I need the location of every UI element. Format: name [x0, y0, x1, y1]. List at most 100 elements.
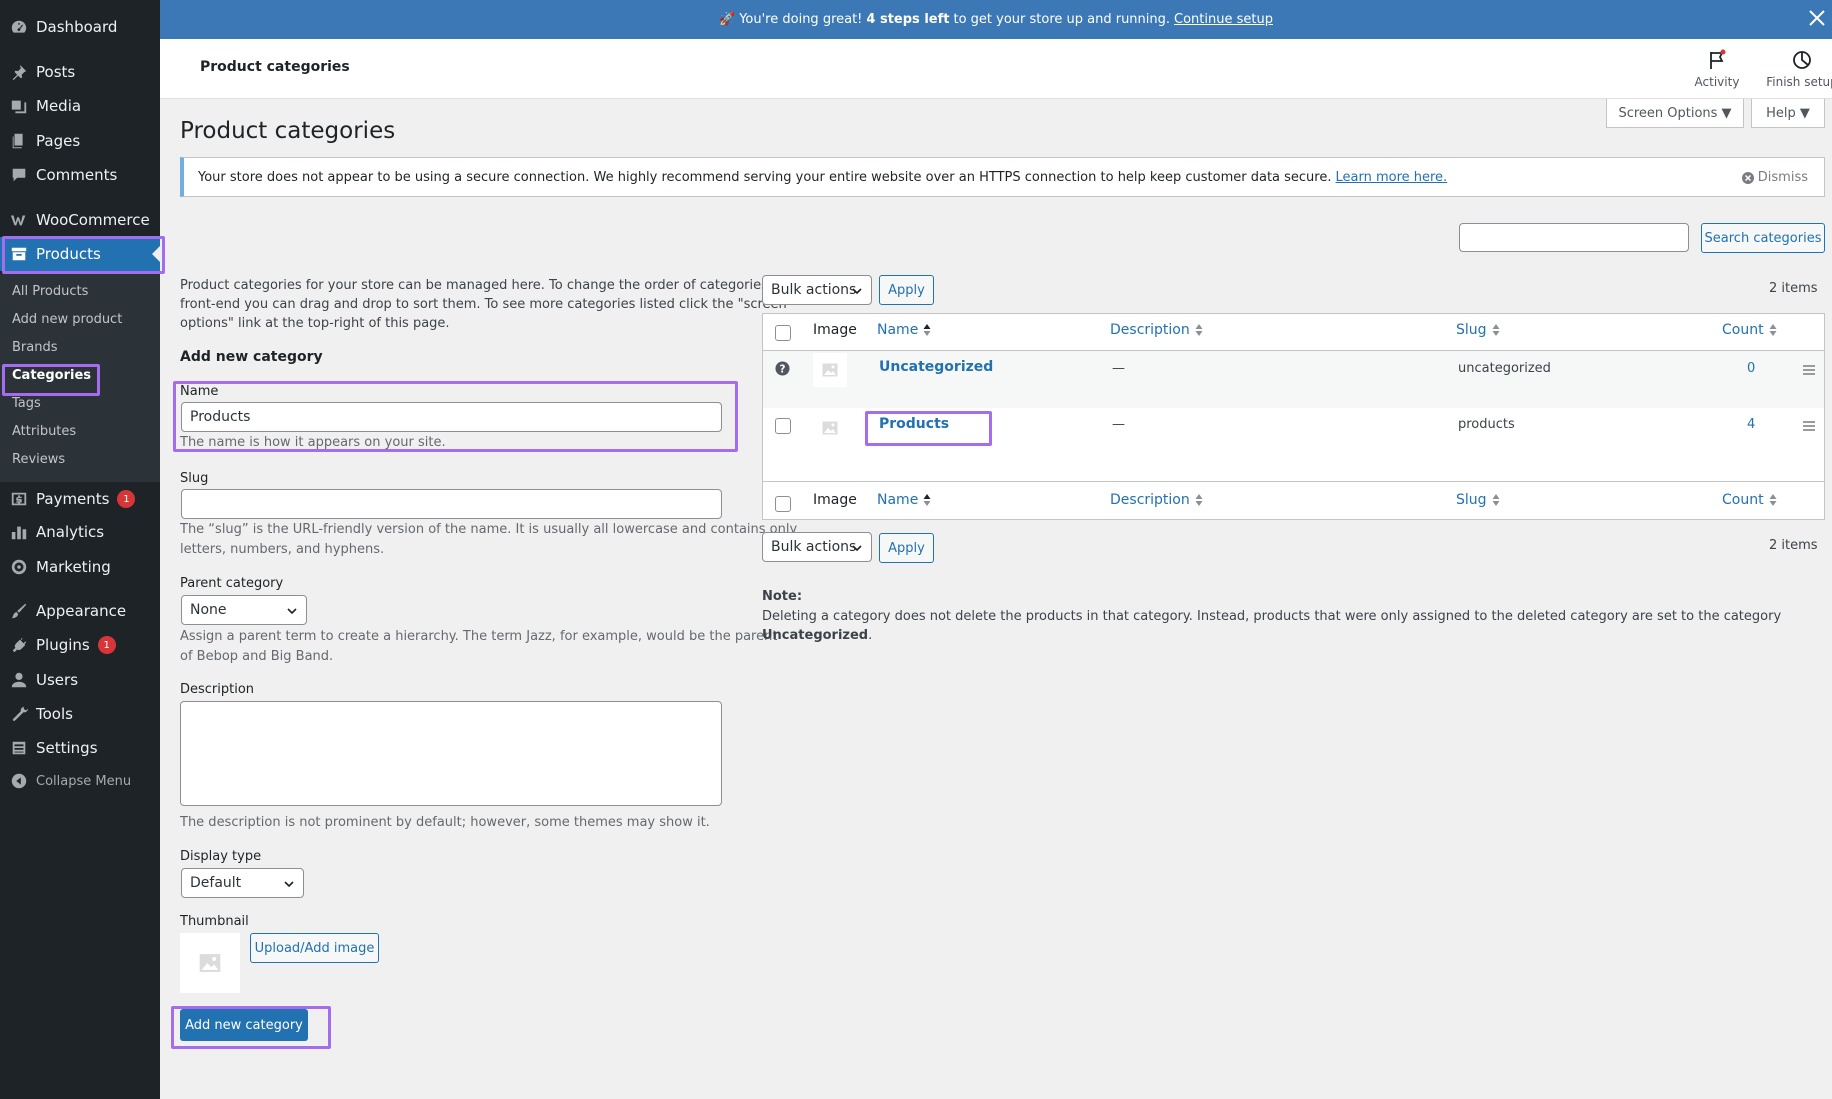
apply-button-top[interactable]: Apply — [879, 275, 934, 305]
close-circle-icon — [1741, 171, 1754, 184]
megaphone-icon — [9, 557, 29, 577]
thumbnail-preview — [180, 933, 240, 993]
plug-icon — [9, 635, 29, 655]
bulk-actions-select-top[interactable]: Bulk actions — [762, 275, 872, 305]
submenu-add-new-product[interactable]: Add new product — [12, 312, 122, 327]
note-body: Deleting a category does not delete the … — [762, 609, 1782, 624]
category-slug: uncategorized — [1458, 361, 1551, 376]
column-name-label: Name — [877, 322, 919, 338]
dashboard-icon — [9, 17, 29, 37]
column-slug-sort-footer[interactable]: Slug — [1456, 492, 1500, 508]
wrench-icon — [9, 704, 29, 724]
category-slug: products — [1458, 417, 1515, 432]
payments-icon — [9, 489, 29, 509]
apply-button-bottom[interactable]: Apply — [879, 533, 934, 563]
search-input[interactable] — [1459, 223, 1689, 252]
intro-line-3: options" link at the top-right of this p… — [180, 316, 450, 331]
select-all-checkbox-footer[interactable] — [775, 496, 791, 512]
flag-icon — [1710, 49, 1726, 69]
category-count-link[interactable]: 0 — [1747, 361, 1755, 376]
table-row: ? Uncategorized — uncategorized 0 — [763, 351, 1824, 408]
drag-handle-icon[interactable] — [1803, 365, 1815, 375]
column-name-sort[interactable]: Name — [877, 322, 931, 338]
menu-comments[interactable]: Comments — [0, 158, 160, 192]
drag-handle-icon[interactable] — [1803, 421, 1815, 431]
woocommerce-icon — [9, 210, 29, 230]
search-categories-button[interactable]: Search categories — [1701, 223, 1825, 253]
slug-input[interactable] — [181, 489, 722, 519]
select-all-checkbox[interactable] — [775, 325, 791, 341]
learn-more-link[interactable]: Learn more here. — [1335, 170, 1447, 185]
collapse-menu[interactable]: Collapse Menu — [0, 764, 160, 798]
menu-pages[interactable]: Pages — [0, 124, 160, 158]
submenu-attributes[interactable]: Attributes — [12, 424, 76, 439]
menu-users[interactable]: Users — [0, 663, 160, 697]
category-count-link[interactable]: 4 — [1747, 417, 1755, 432]
column-image: Image — [813, 322, 857, 338]
paintbrush-icon — [9, 601, 29, 621]
plugins-badge: 1 — [97, 636, 116, 654]
media-icon — [9, 96, 29, 116]
menu-appearance[interactable]: Appearance — [0, 594, 160, 628]
description-textarea[interactable] — [180, 701, 722, 806]
submenu-all-products[interactable]: All Products — [12, 284, 88, 299]
menu-settings[interactable]: Settings — [0, 731, 160, 765]
help-circle-icon[interactable]: ? — [775, 361, 790, 376]
column-description-sort[interactable]: Description — [1110, 322, 1203, 338]
note-end: . — [868, 628, 873, 643]
banner-steps: 4 steps left — [866, 12, 950, 27]
footer-divider — [763, 481, 1824, 482]
submenu-reviews[interactable]: Reviews — [12, 452, 65, 467]
continue-setup-link[interactable]: Continue setup — [1174, 12, 1273, 27]
dismiss-label: Dismiss — [1757, 170, 1808, 185]
row-checkbox[interactable] — [775, 418, 791, 434]
dismiss-button[interactable]: Dismiss — [1741, 170, 1808, 185]
submenu-tags[interactable]: Tags — [12, 396, 41, 411]
upload-add-image-button[interactable]: Upload/Add image — [250, 933, 379, 963]
chevron-down-icon — [284, 881, 294, 888]
column-count-sort[interactable]: Count — [1722, 322, 1777, 338]
category-description: — — [1112, 361, 1125, 376]
bulk-actions-select-bottom[interactable]: Bulk actions — [762, 532, 872, 562]
menu-woocommerce[interactable]: WooCommerce — [0, 203, 160, 237]
column-count-sort-footer[interactable]: Count — [1722, 492, 1777, 508]
menu-payments[interactable]: Payments 1 — [0, 482, 160, 516]
progress-icon — [1793, 51, 1811, 69]
banner-text: You're doing great! — [739, 12, 863, 27]
sort-icon — [1769, 494, 1777, 506]
column-slug-sort[interactable]: Slug — [1456, 322, 1500, 338]
rocket-icon: 🚀 — [719, 12, 736, 27]
description-label: Description — [180, 682, 255, 697]
submenu-brands[interactable]: Brands — [12, 340, 58, 355]
parent-category-select[interactable]: None — [181, 595, 307, 625]
admin-sidebar: Dashboard Posts Media Pages Comments Woo… — [0, 0, 165, 1099]
menu-posts[interactable]: Posts — [0, 55, 160, 89]
intro-line-1: Product categories for your store can be… — [180, 278, 814, 293]
activity-button[interactable]: Activity — [1682, 47, 1752, 89]
screen-options-button[interactable]: Screen Options ▼ — [1606, 99, 1744, 128]
close-icon[interactable] — [1806, 7, 1830, 31]
menu-comments-label: Comments — [36, 166, 118, 184]
items-count-bottom: 2 items — [1769, 538, 1818, 553]
column-description-label: Description — [1110, 492, 1190, 508]
image-placeholder-icon — [822, 421, 838, 435]
category-name-link[interactable]: Uncategorized — [879, 359, 993, 375]
finish-setup-button[interactable]: Finish setup — [1762, 47, 1832, 89]
chevron-down-icon — [852, 545, 862, 552]
category-description: — — [1112, 417, 1125, 432]
column-name-sort-footer[interactable]: Name — [877, 492, 931, 508]
menu-plugins[interactable]: Plugins 1 — [0, 628, 160, 662]
menu-analytics[interactable]: Analytics — [0, 515, 160, 549]
help-button[interactable]: Help ▼ — [1751, 99, 1825, 128]
image-placeholder-icon — [822, 363, 838, 377]
intro-line-2: front-end you can drag and drop to sort … — [180, 297, 787, 312]
menu-dashboard[interactable]: Dashboard — [0, 10, 160, 44]
menu-marketing-label: Marketing — [36, 558, 111, 576]
menu-media[interactable]: Media — [0, 89, 160, 123]
sort-icon — [1492, 324, 1500, 336]
display-type-select[interactable]: Default — [181, 868, 304, 898]
menu-tools[interactable]: Tools — [0, 697, 160, 731]
highlight-categories-submenu — [2, 364, 100, 396]
column-description-sort-footer[interactable]: Description — [1110, 492, 1203, 508]
menu-marketing[interactable]: Marketing — [0, 550, 160, 584]
